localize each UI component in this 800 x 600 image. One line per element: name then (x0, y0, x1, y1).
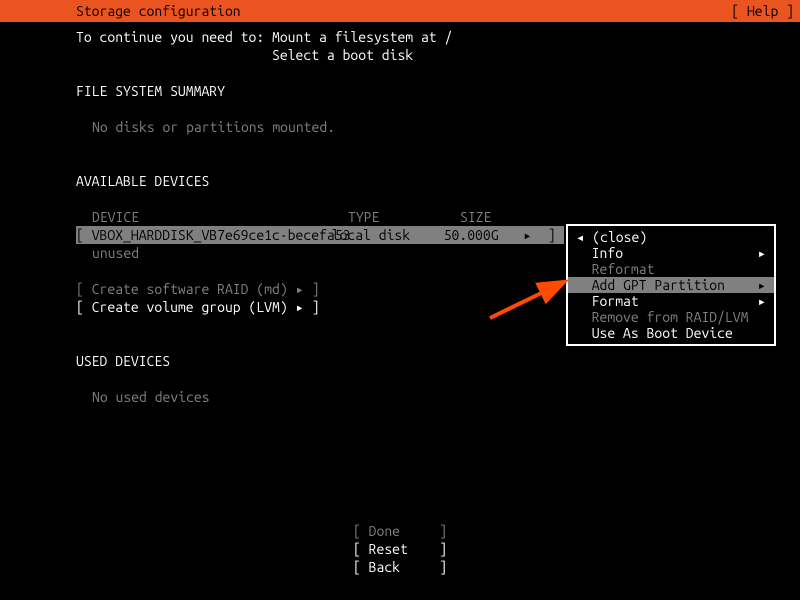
menu-info[interactable]: Info▸ (568, 245, 774, 261)
col-type: TYPE (348, 208, 460, 226)
chevron-right-icon: ▸ (516, 226, 532, 244)
page-title: Storage configuration (76, 3, 241, 19)
chevron-right-icon: ▸ (758, 293, 766, 309)
chevron-right-icon: ▸ (758, 245, 766, 261)
menu-reformat: Reformat (568, 261, 774, 277)
menu-use-as-boot[interactable]: Use As Boot Device (568, 325, 774, 341)
used-empty-text: No used devices (76, 388, 724, 406)
back-button[interactable]: [ Back ] (0, 558, 800, 576)
device-name: VBOX_HARDDISK_VB7e69ce1c-becefa53 (92, 226, 332, 244)
col-size: SIZE (460, 208, 524, 226)
device-size: 50.000G (444, 226, 516, 244)
menu-remove-raid-lvm: Remove from RAID/LVM (568, 309, 774, 325)
main-content: To continue you need to: Mount a filesys… (0, 22, 800, 406)
footer-buttons: [ Done ] [ Reset ] [ Back ] (0, 522, 800, 576)
section-heading-fs: FILE SYSTEM SUMMARY (76, 82, 724, 100)
reset-button[interactable]: [ Reset ] (0, 540, 800, 558)
section-heading-available: AVAILABLE DEVICES (76, 172, 724, 190)
titlebar: Storage configuration [ Help ] (0, 0, 800, 22)
fs-empty-text: No disks or partitions mounted. (76, 118, 724, 136)
menu-format[interactable]: Format▸ (568, 293, 774, 309)
instruction-line: To continue you need to: Mount a filesys… (76, 28, 724, 46)
instruction-line: Select a boot disk (76, 46, 724, 64)
help-button[interactable]: [ Help ] (731, 3, 794, 19)
col-device: DEVICE (92, 208, 348, 226)
section-heading-used: USED DEVICES (76, 352, 724, 370)
done-button[interactable]: [ Done ] (0, 522, 800, 540)
chevron-right-icon: ▸ (758, 277, 766, 293)
chevron-left-icon: ◂ (576, 229, 584, 245)
menu-add-gpt-partition[interactable]: Add GPT Partition▸ (568, 277, 774, 293)
context-menu: ◂ (close) Info▸ Reformat Add GPT Partiti… (566, 224, 776, 346)
device-type: local disk (332, 226, 444, 244)
menu-close[interactable]: ◂ (close) (568, 229, 774, 245)
